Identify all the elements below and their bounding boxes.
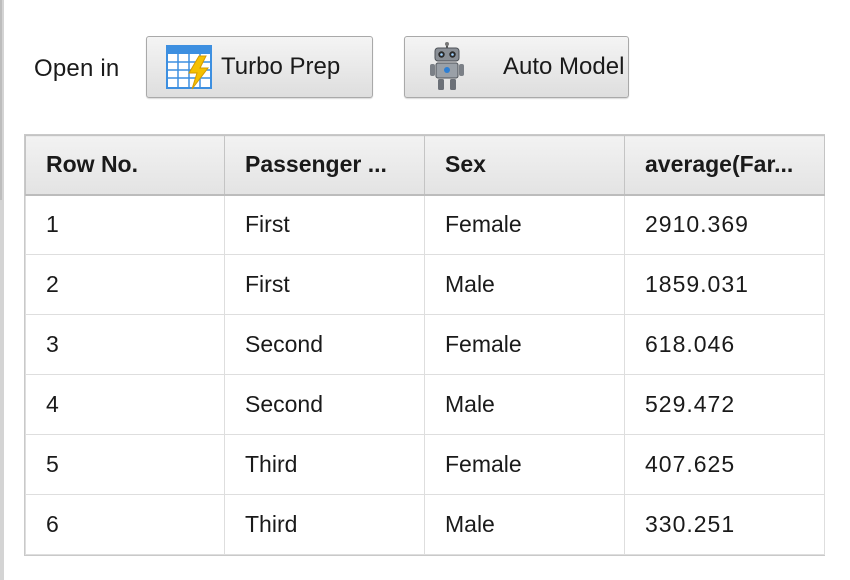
table-row[interactable]: 1 First Female 2910.369: [25, 194, 825, 255]
cell-passenger-class: Third: [224, 434, 425, 495]
table-row[interactable]: 2 First Male 1859.031: [25, 254, 825, 315]
cell-row-no: 6: [25, 494, 225, 555]
auto-model-label: Auto Model: [503, 53, 625, 80]
auto-model-button[interactable]: Auto Model: [404, 36, 629, 98]
cell-average-fare: 529.472: [624, 374, 825, 435]
cell-row-no: 4: [25, 374, 225, 435]
cell-passenger-class: First: [224, 194, 425, 255]
cell-sex: Male: [424, 374, 625, 435]
table-row[interactable]: 6 Third Male 330.251: [25, 494, 825, 555]
cell-average-fare: 407.625: [624, 434, 825, 495]
window-left-edge-shade: [0, 0, 2, 200]
cell-sex: Male: [424, 254, 625, 315]
cell-passenger-class: First: [224, 254, 425, 315]
cell-sex: Male: [424, 494, 625, 555]
column-header-row-no[interactable]: Row No.: [25, 135, 225, 196]
cell-passenger-class: Third: [224, 494, 425, 555]
turbo-prep-button[interactable]: Turbo Prep: [146, 36, 373, 98]
cell-passenger-class: Second: [224, 314, 425, 375]
column-header-sex[interactable]: Sex: [424, 135, 625, 196]
cell-sex: Female: [424, 194, 625, 255]
window-left-edge: [0, 0, 4, 580]
open-in-toolbar: Open in Turbo Prep Auto Model: [34, 36, 629, 102]
cell-sex: Female: [424, 314, 625, 375]
column-header-passenger-class[interactable]: Passenger ...: [224, 135, 425, 196]
open-in-label: Open in: [34, 55, 120, 82]
cell-row-no: 1: [25, 194, 225, 255]
cell-average-fare: 2910.369: [624, 194, 825, 255]
spreadsheet-lightning-icon: [165, 42, 215, 92]
table-header-row: Row No. Passenger ... Sex average(Far...: [25, 135, 825, 196]
cell-row-no: 2: [25, 254, 225, 315]
cell-row-no: 5: [25, 434, 225, 495]
robot-icon: [429, 42, 465, 92]
table-row[interactable]: 5 Third Female 407.625: [25, 434, 825, 495]
cell-passenger-class: Second: [224, 374, 425, 435]
table-row[interactable]: 3 Second Female 618.046: [25, 314, 825, 375]
cell-average-fare: 1859.031: [624, 254, 825, 315]
turbo-prep-label: Turbo Prep: [221, 53, 341, 80]
cell-average-fare: 330.251: [624, 494, 825, 555]
cell-row-no: 3: [25, 314, 225, 375]
table-row[interactable]: 4 Second Male 529.472: [25, 374, 825, 435]
cell-average-fare: 618.046: [624, 314, 825, 375]
column-header-average-fare[interactable]: average(Far...: [624, 135, 825, 196]
cell-sex: Female: [424, 434, 625, 495]
results-table: Row No. Passenger ... Sex average(Far...…: [24, 134, 825, 556]
